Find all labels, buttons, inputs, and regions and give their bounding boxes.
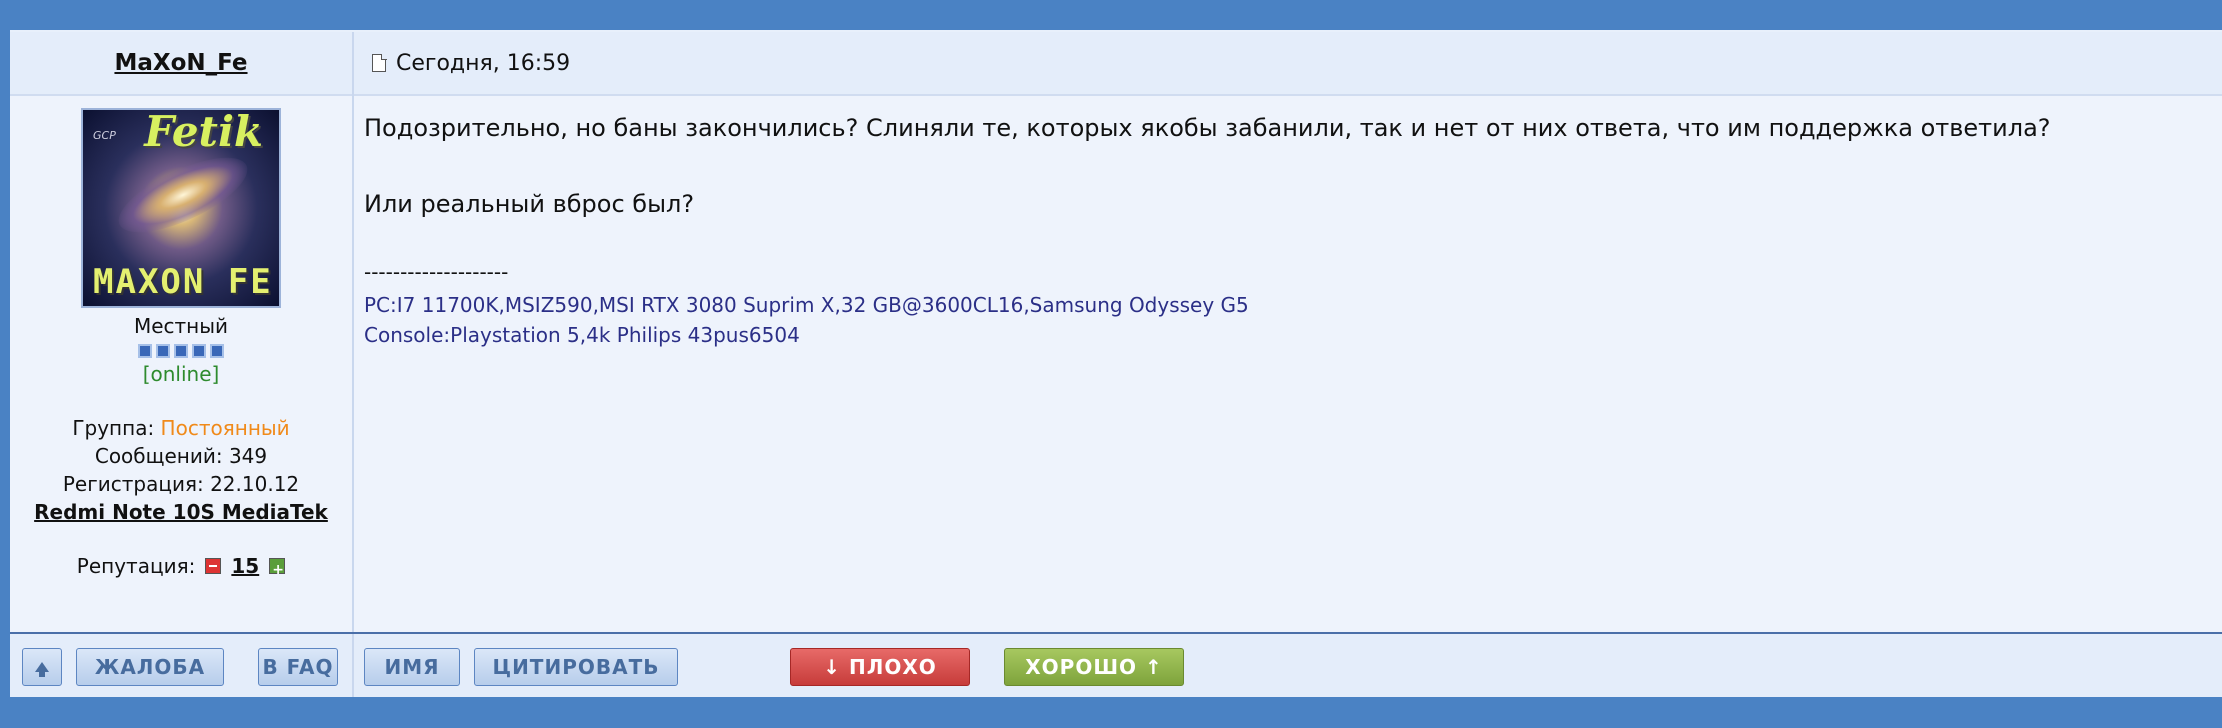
registration-value: 22.10.12 [210,472,300,496]
avatar-logo-text-top: Fetik [144,108,263,156]
post-paragraph: Или реальный вброс был? [364,190,695,218]
rank-pip [138,344,152,358]
reputation-plus-button[interactable] [269,556,286,584]
quote-button[interactable]: ЦИТИРОВАТЬ [474,648,678,686]
avatar-small-text: GCP [93,129,116,142]
report-button[interactable]: ЖАЛОБА [76,648,224,686]
reputation-minus-button[interactable] [205,558,222,574]
scroll-top-button[interactable] [22,648,62,686]
registration-label: Регистрация: [62,472,204,496]
reputation-value-link[interactable]: 15 [231,552,259,580]
post-content: Подозрительно, но баны закончились? Слин… [364,110,2204,350]
user-group: Группа: Постоянный [10,414,352,442]
rank-pips [10,344,352,358]
user-device-link[interactable]: Redmi Note 10S MediaTek [10,498,352,526]
good-vote-button[interactable]: ХОРОШО ↑ [1004,648,1184,686]
avatar-logo-text-bottom: MAXON FE [93,262,273,302]
name-button[interactable]: ИМЯ [364,648,460,686]
rank-pip [210,344,224,358]
posts-value: 349 [228,444,268,468]
bad-vote-button[interactable]: ↓ ПЛОХО [790,648,970,686]
signature-line: PC:I7 11700K,MSIZ590,MSI RTX 3080 Suprim… [364,293,1249,317]
reputation-label: Репутация: [76,554,196,578]
reputation: Репутация: 15 [10,552,352,584]
signature-separator: -------------------- [364,260,509,284]
arrow-up-icon [35,662,49,677]
rank-pip [156,344,170,358]
post-header: Сегодня, 16:59 [354,32,2222,96]
post-document-icon [372,53,387,72]
signature-line: Console:Playstation 5,4k Philips 43pus65… [364,323,800,347]
group-value: Постоянный [160,416,290,440]
rank-pip [192,344,206,358]
author-username-link[interactable]: MaXoN_Fe [114,50,247,76]
rank-pip [174,344,188,358]
avatar-galaxy-image [108,142,258,248]
online-status: [online] [142,362,220,386]
user-rank: Местный [133,314,229,338]
faq-button[interactable]: В FAQ [258,648,338,686]
post-date: Сегодня, 16:59 [396,50,571,76]
user-avatar[interactable]: GCP Fetik MAXON FE [81,108,281,308]
posts-label: Сообщений: [94,444,223,468]
group-label: Группа: [72,416,155,440]
author-info: GCP Fetik MAXON FE Местный [online] Груп… [10,108,352,584]
post-actions-bar: ЖАЛОБА В FAQ ИМЯ ЦИТИРОВАТЬ ↓ ПЛОХО ХОРО… [10,632,2222,699]
bottom-bar [0,697,2222,728]
forum-post: MaXoN_Fe Сегодня, 16:59 GCP Fetik MAXON … [10,32,2222,699]
left-frame [0,30,10,697]
post-paragraph: Подозрительно, но баны закончились? Слин… [364,114,2051,142]
top-bar [0,0,2222,32]
user-registration: Регистрация: 22.10.12 [10,470,352,498]
author-header: MaXoN_Fe [10,32,352,96]
user-posts: Сообщений: 349 [10,442,352,470]
